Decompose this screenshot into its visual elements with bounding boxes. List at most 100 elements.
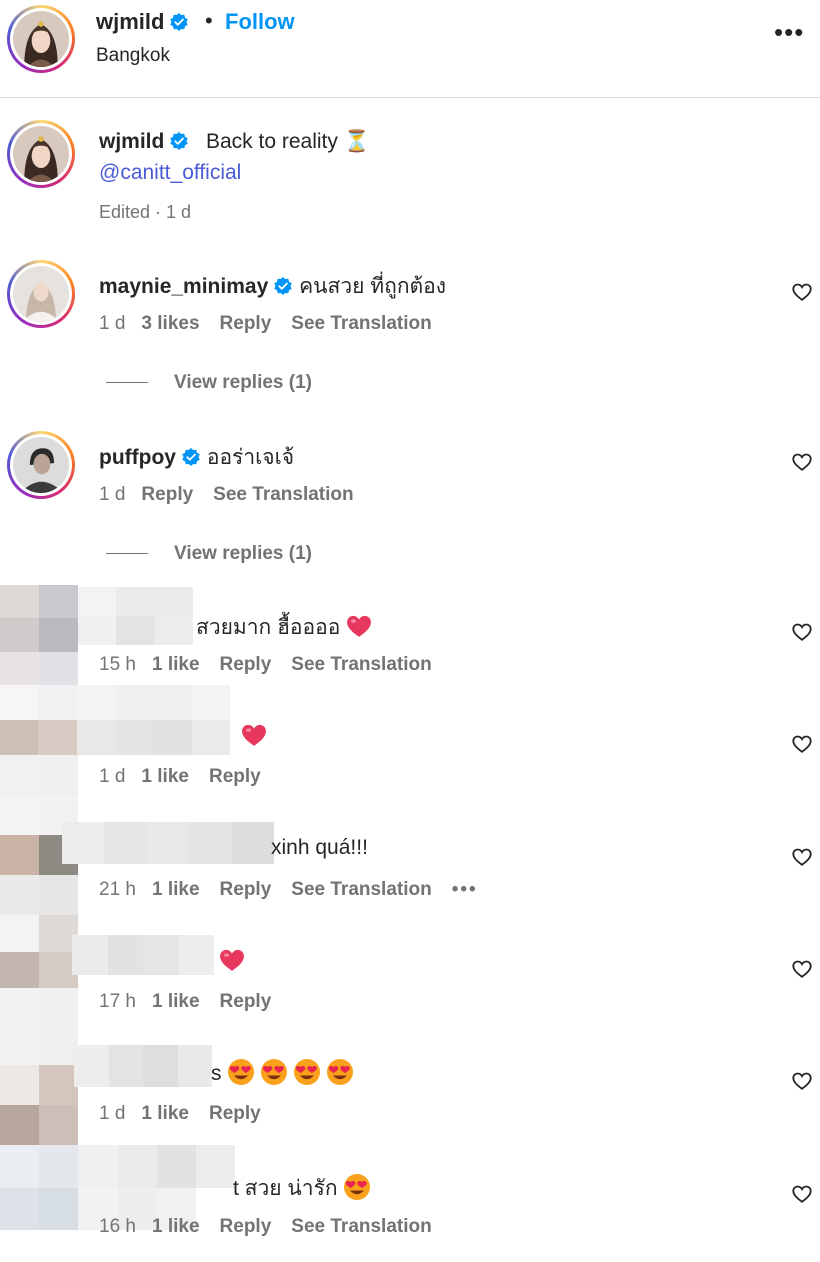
- comment-time: 1 d: [99, 766, 126, 787]
- see-translation-button[interactable]: See Translation: [291, 879, 431, 900]
- reply-button[interactable]: Reply: [220, 1216, 272, 1237]
- header-username-row[interactable]: wjmild: [96, 9, 189, 35]
- caption-username-row[interactable]: wjmild: [99, 130, 189, 154]
- see-translation-button[interactable]: See Translation: [291, 654, 431, 675]
- header-avatar[interactable]: [7, 5, 75, 73]
- reply-button[interactable]: Reply: [209, 1103, 261, 1124]
- verified-badge-icon: [274, 277, 293, 295]
- redacted-avatar: [0, 915, 78, 1025]
- comment-avatar[interactable]: [7, 260, 75, 328]
- comment-avatar[interactable]: [7, 431, 75, 499]
- comment-meta: 1 d Reply See Translation: [99, 484, 374, 506]
- comment-body: s: [211, 1058, 359, 1086]
- comment-time: 16 h: [99, 1216, 136, 1237]
- comment-body: t สวย น่ารัก: [233, 1172, 376, 1205]
- avatar-image: [13, 266, 69, 322]
- replies-line: [106, 382, 148, 384]
- comment-username[interactable]: puffpoy: [99, 446, 176, 469]
- comment-text: คนสวย ที่ถูกต้อง: [299, 275, 447, 298]
- reply-button[interactable]: Reply: [220, 654, 272, 675]
- caption-avatar[interactable]: [7, 120, 75, 188]
- view-replies-label[interactable]: View replies (1): [174, 543, 312, 564]
- comment-time: 1 d: [99, 1103, 126, 1124]
- comment-text: t สวย น่ารัก: [233, 1177, 338, 1200]
- heart-outline-icon[interactable]: [791, 958, 813, 980]
- redacted-avatar: [0, 585, 78, 685]
- heart-eyes-emoji: [327, 1059, 354, 1085]
- comment-time: 21 h: [99, 879, 136, 900]
- reply-button[interactable]: Reply: [209, 766, 261, 787]
- comment-meta: 16 h 1 like Reply See Translation: [99, 1216, 452, 1238]
- heart-eyes-emoji: [344, 1174, 371, 1200]
- more-options-icon[interactable]: •••: [774, 19, 804, 45]
- comment-time: 1 d: [99, 313, 126, 334]
- likes-count[interactable]: 1 like: [152, 654, 200, 675]
- heart-outline-icon[interactable]: [791, 1070, 813, 1092]
- location-link[interactable]: Bangkok: [96, 45, 170, 67]
- heart-outline-icon[interactable]: [791, 1183, 813, 1205]
- see-translation-button[interactable]: See Translation: [291, 313, 431, 334]
- comment-options-icon[interactable]: •••: [452, 879, 478, 900]
- heart-outline-icon[interactable]: [791, 451, 813, 473]
- comment-meta: 17 h 1 like Reply: [99, 991, 291, 1013]
- reply-button[interactable]: Reply: [220, 879, 272, 900]
- header-username[interactable]: wjmild: [96, 9, 164, 34]
- comment-meta: 1 d 3 likes Reply See Translation: [99, 313, 452, 335]
- likes-count[interactable]: 1 like: [152, 991, 200, 1012]
- caption-text: Back to reality ⏳: [206, 130, 370, 153]
- redacted-avatar: [0, 1025, 78, 1145]
- comment-meta: 15 h 1 like Reply See Translation: [99, 654, 452, 676]
- red-heart-emoji: [347, 615, 372, 637]
- red-heart-emoji: [242, 724, 266, 746]
- comment-meta: 21 h 1 like Reply See Translation •••: [99, 879, 498, 901]
- heart-outline-icon[interactable]: [791, 621, 813, 643]
- view-replies-button[interactable]: View replies (1): [106, 372, 312, 394]
- view-replies-button[interactable]: View replies (1): [106, 543, 312, 565]
- comment-text: ออร่าเจเจ้: [206, 446, 295, 469]
- heart-eyes-emoji: [294, 1059, 321, 1085]
- reply-button[interactable]: Reply: [220, 313, 272, 334]
- comment-time: 15 h: [99, 654, 136, 675]
- likes-count[interactable]: 1 like: [152, 1216, 200, 1237]
- caption-username[interactable]: wjmild: [99, 130, 164, 153]
- avatar-image: [13, 437, 69, 493]
- reply-button[interactable]: Reply: [141, 484, 193, 505]
- comment-username[interactable]: maynie_minimay: [99, 275, 268, 298]
- replies-line: [106, 553, 148, 555]
- reply-button[interactable]: Reply: [220, 991, 272, 1012]
- comment-time: 1 d: [99, 484, 126, 505]
- redacted-username: [74, 1045, 212, 1087]
- comment-body: [241, 723, 267, 749]
- follow-button[interactable]: Follow: [225, 9, 295, 35]
- comment-body: puffpoy ออร่าเจเจ้: [99, 441, 294, 474]
- comment-body: [219, 948, 245, 974]
- verified-badge-icon: [170, 132, 189, 150]
- redacted-username: [72, 935, 214, 975]
- heart-outline-icon[interactable]: [791, 281, 813, 303]
- see-translation-button[interactable]: See Translation: [291, 1216, 431, 1237]
- comment-body: xinh quá!!!: [271, 836, 368, 860]
- likes-count[interactable]: 3 likes: [141, 313, 199, 334]
- see-translation-button[interactable]: See Translation: [213, 484, 353, 505]
- heart-eyes-emoji: [228, 1059, 255, 1085]
- likes-count[interactable]: 1 like: [141, 766, 189, 787]
- caption-meta: Edited · 1 d: [99, 202, 192, 222]
- heart-outline-icon[interactable]: [791, 733, 813, 755]
- avatar-image: [13, 126, 69, 182]
- comment-meta: 1 d 1 like Reply: [99, 766, 281, 788]
- view-replies-label[interactable]: View replies (1): [174, 372, 312, 393]
- avatar-image: [13, 11, 69, 67]
- comment-body: maynie_minimay คนสวย ที่ถูกต้อง: [99, 270, 446, 303]
- redacted-username: [78, 587, 193, 645]
- post-header: wjmild • Follow Bangkok •••: [0, 0, 820, 98]
- likes-count[interactable]: 1 like: [152, 879, 200, 900]
- comment-text: s: [211, 1062, 222, 1085]
- heart-outline-icon[interactable]: [791, 846, 813, 868]
- redacted-username: [0, 685, 230, 755]
- comment-text: xinh quá!!!: [271, 836, 368, 859]
- mention-link[interactable]: @canitt_official: [99, 161, 241, 185]
- red-heart-emoji: [220, 949, 244, 971]
- header-separator: •: [205, 8, 213, 33]
- likes-count[interactable]: 1 like: [141, 1103, 189, 1124]
- verified-badge-icon: [182, 448, 200, 466]
